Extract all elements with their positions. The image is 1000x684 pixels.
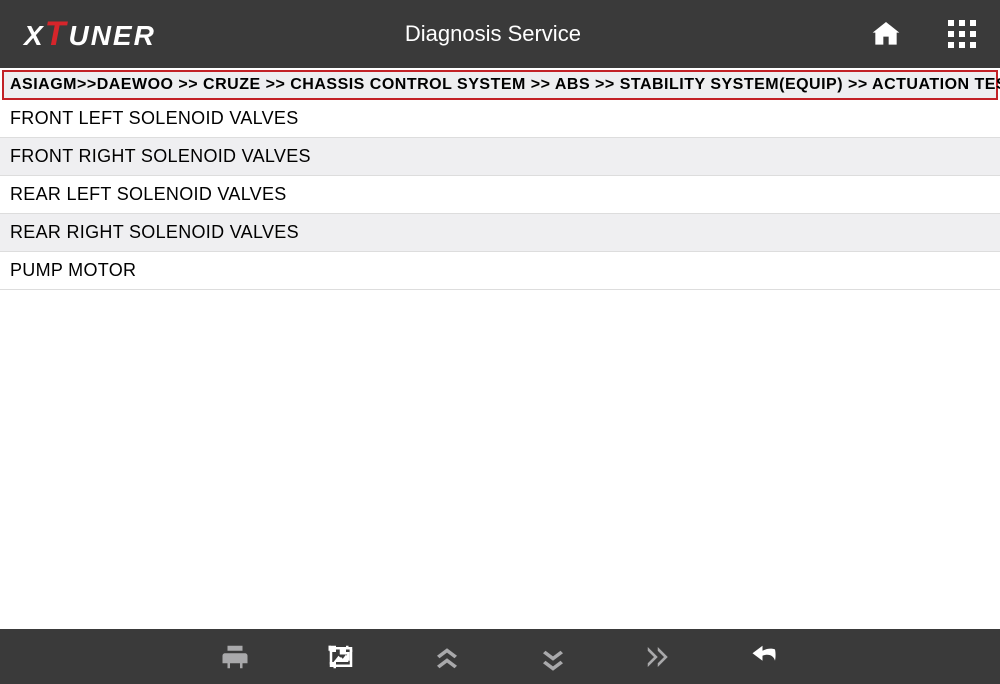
list-item[interactable]: REAR RIGHT SOLENOID VALVES: [0, 214, 1000, 252]
logo-x: X: [24, 20, 45, 52]
page-title: Diagnosis Service: [116, 21, 870, 47]
back-icon[interactable]: [750, 642, 780, 672]
list-item[interactable]: FRONT RIGHT SOLENOID VALVES: [0, 138, 1000, 176]
home-icon[interactable]: [870, 18, 902, 50]
breadcrumb: ASIAGM>>DAEWOO >> CRUZE >> CHASSIS CONTR…: [2, 70, 998, 100]
fast-forward-icon[interactable]: [644, 642, 674, 672]
print-icon[interactable]: [220, 642, 250, 672]
test-list: FRONT LEFT SOLENOID VALVESFRONT RIGHT SO…: [0, 100, 1000, 629]
footer-bar: [0, 629, 1000, 684]
header-icons: [870, 18, 976, 50]
logo-t: T: [45, 15, 68, 54]
header-bar: XTUNER Diagnosis Service: [0, 0, 1000, 68]
scroll-down-icon[interactable]: [538, 642, 568, 672]
list-item[interactable]: FRONT LEFT SOLENOID VALVES: [0, 100, 1000, 138]
list-item[interactable]: PUMP MOTOR: [0, 252, 1000, 290]
list-item[interactable]: REAR LEFT SOLENOID VALVES: [0, 176, 1000, 214]
scroll-up-icon[interactable]: [432, 642, 462, 672]
screenshot-icon[interactable]: [326, 642, 356, 672]
grid-menu-icon[interactable]: [948, 20, 976, 48]
